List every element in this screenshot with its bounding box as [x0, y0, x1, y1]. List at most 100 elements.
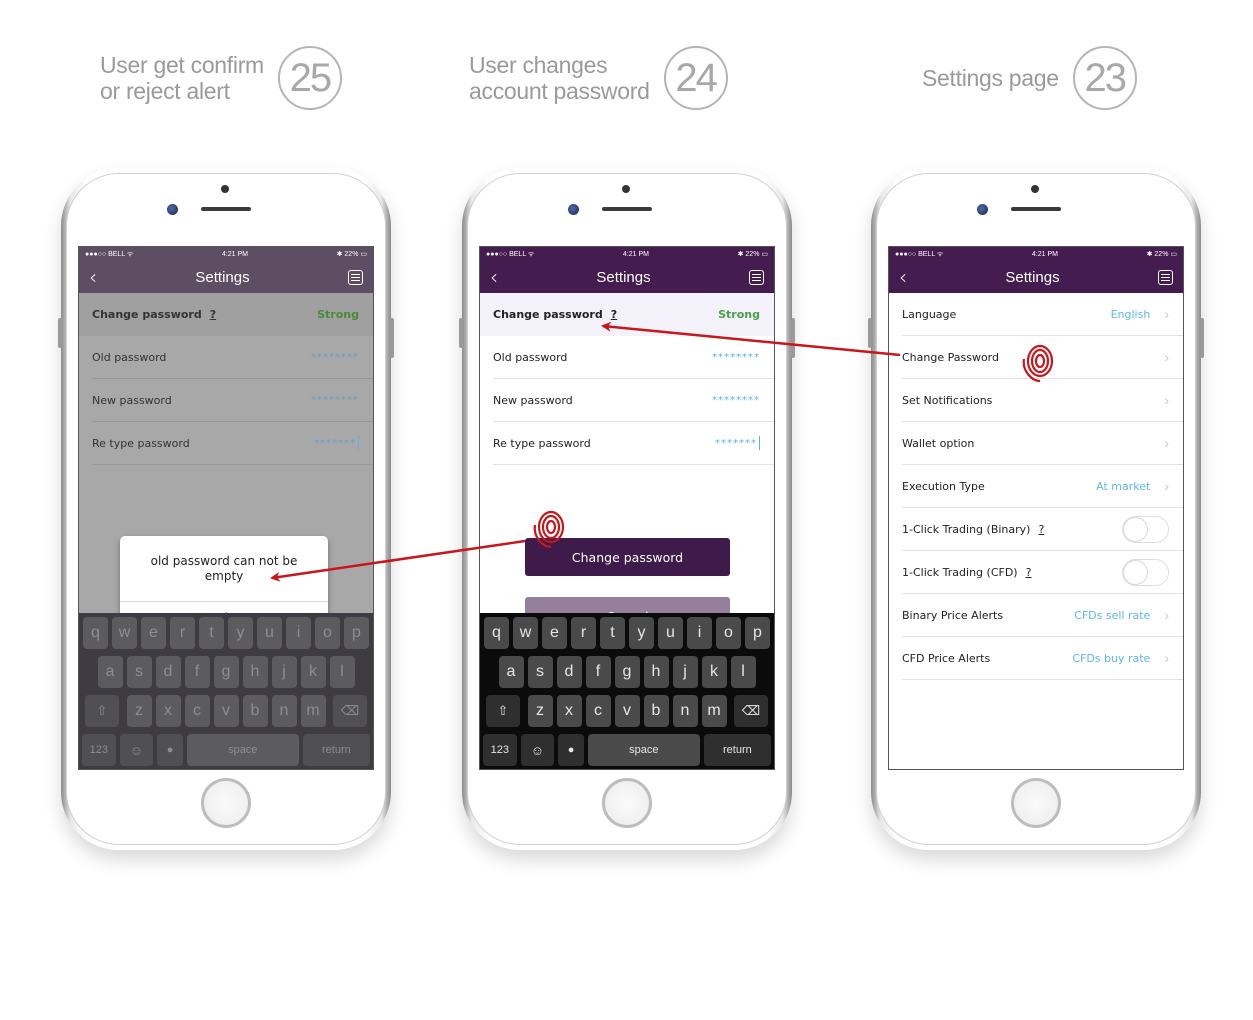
old-password-field[interactable]: Old password ******** — [92, 336, 373, 379]
settings-item-cfd-price-alerts[interactable]: CFD Price Alerts CFDs buy rate › — [902, 637, 1183, 680]
key[interactable]: l — [329, 656, 355, 688]
key[interactable]: i — [687, 617, 712, 649]
key[interactable]: e — [542, 617, 567, 649]
settings-item-execution-type[interactable]: Execution Type At market › — [902, 465, 1183, 508]
back-icon[interactable]: ‹ — [490, 267, 498, 287]
key[interactable]: m — [701, 695, 727, 727]
space-key[interactable]: space — [587, 734, 700, 766]
key[interactable]: d — [155, 656, 181, 688]
key[interactable]: y — [629, 617, 654, 649]
back-icon[interactable]: ‹ — [899, 267, 907, 287]
delete-key[interactable]: ⌫ — [333, 695, 367, 727]
key[interactable]: t — [199, 617, 224, 649]
return-key[interactable]: return — [302, 734, 370, 766]
retype-password-field[interactable]: Re type password ******* — [493, 422, 774, 465]
retype-password-field[interactable]: Re type password ******* — [92, 422, 373, 465]
old-password-field[interactable]: Old password ******** — [493, 336, 774, 379]
key[interactable]: n — [271, 695, 297, 727]
key[interactable]: b — [242, 695, 268, 727]
key[interactable]: h — [242, 656, 268, 688]
settings-item-1-click-trading-cfd[interactable]: 1-Click Trading (CFD)? — [902, 551, 1183, 594]
key[interactable]: p — [344, 617, 369, 649]
help-link[interactable]: ? — [611, 308, 617, 321]
home-button[interactable] — [602, 778, 652, 828]
help-link[interactable]: ? — [210, 308, 216, 321]
key[interactable]: x — [155, 695, 181, 727]
key[interactable]: c — [585, 695, 611, 727]
numbers-key[interactable]: 123 — [82, 734, 116, 766]
key[interactable]: x — [556, 695, 582, 727]
key[interactable]: s — [527, 656, 553, 688]
key[interactable]: z — [527, 695, 553, 727]
key[interactable]: t — [600, 617, 625, 649]
key[interactable]: i — [286, 617, 311, 649]
key[interactable]: p — [745, 617, 770, 649]
key[interactable]: o — [315, 617, 340, 649]
home-button[interactable] — [201, 778, 251, 828]
key[interactable]: z — [126, 695, 152, 727]
key[interactable]: w — [513, 617, 538, 649]
key[interactable]: q — [83, 617, 108, 649]
key[interactable]: r — [571, 617, 596, 649]
settings-item-1-click-trading-binary[interactable]: 1-Click Trading (Binary)? — [902, 508, 1183, 551]
key[interactable]: f — [184, 656, 210, 688]
change-password-button[interactable]: Change password — [525, 538, 730, 576]
key[interactable]: n — [672, 695, 698, 727]
menu-icon[interactable] — [748, 269, 764, 285]
key[interactable]: j — [271, 656, 297, 688]
key[interactable]: u — [257, 617, 282, 649]
settings-item-change-password[interactable]: Change Password › — [902, 336, 1183, 379]
key[interactable]: d — [556, 656, 582, 688]
key[interactable]: h — [643, 656, 669, 688]
key[interactable]: j — [672, 656, 698, 688]
key[interactable]: g — [213, 656, 239, 688]
settings-item-binary-price-alerts[interactable]: Binary Price Alerts CFDs sell rate › — [902, 594, 1183, 637]
key[interactable]: g — [614, 656, 640, 688]
new-password-field[interactable]: New password ******** — [92, 379, 373, 422]
settings-item-set-notifications[interactable]: Set Notifications › — [902, 379, 1183, 422]
key[interactable]: b — [643, 695, 669, 727]
key[interactable]: c — [184, 695, 210, 727]
key[interactable]: k — [701, 656, 727, 688]
emoji-key[interactable]: ☺ — [520, 734, 555, 766]
help-link[interactable]: ? — [1026, 566, 1032, 579]
key[interactable]: f — [585, 656, 611, 688]
shift-key[interactable]: ⇧ — [85, 695, 119, 727]
key[interactable]: r — [170, 617, 195, 649]
back-icon[interactable]: ‹ — [89, 267, 97, 287]
key[interactable]: a — [97, 656, 123, 688]
numbers-key[interactable]: 123 — [483, 734, 517, 766]
delete-key[interactable]: ⌫ — [734, 695, 768, 727]
menu-icon[interactable] — [347, 269, 363, 285]
mic-key[interactable]: ● — [157, 734, 183, 766]
key[interactable]: v — [614, 695, 640, 727]
key[interactable]: k — [300, 656, 326, 688]
key[interactable]: v — [213, 695, 239, 727]
key[interactable]: l — [730, 656, 756, 688]
return-key[interactable]: return — [703, 734, 771, 766]
help-link[interactable]: ? — [1038, 523, 1044, 536]
key[interactable]: y — [228, 617, 253, 649]
key[interactable]: a — [498, 656, 524, 688]
settings-item-language[interactable]: Language English › — [902, 293, 1183, 336]
key[interactable]: o — [716, 617, 741, 649]
key[interactable]: u — [658, 617, 683, 649]
toggle-switch[interactable] — [1122, 515, 1169, 543]
new-password-field[interactable]: New password ******** — [493, 379, 774, 422]
key[interactable]: m — [300, 695, 326, 727]
emoji-key[interactable]: ☺ — [119, 734, 154, 766]
toggle-switch[interactable] — [1122, 558, 1169, 586]
key[interactable]: q — [484, 617, 509, 649]
home-button[interactable] — [1011, 778, 1061, 828]
menu-icon[interactable] — [1157, 269, 1173, 285]
space-key[interactable]: space — [186, 734, 299, 766]
key[interactable]: s — [126, 656, 152, 688]
shift-key[interactable]: ⇧ — [486, 695, 520, 727]
key[interactable]: w — [112, 617, 137, 649]
field-label: Re type password — [92, 436, 190, 450]
settings-item-wallet-option[interactable]: Wallet option › — [902, 422, 1183, 465]
keyboard-row-4: 123 ☺ ● space return — [483, 734, 771, 766]
keyboard-row-4: 123 ☺ ● space return — [82, 734, 370, 766]
mic-key[interactable]: ● — [558, 734, 584, 766]
key[interactable]: e — [141, 617, 166, 649]
